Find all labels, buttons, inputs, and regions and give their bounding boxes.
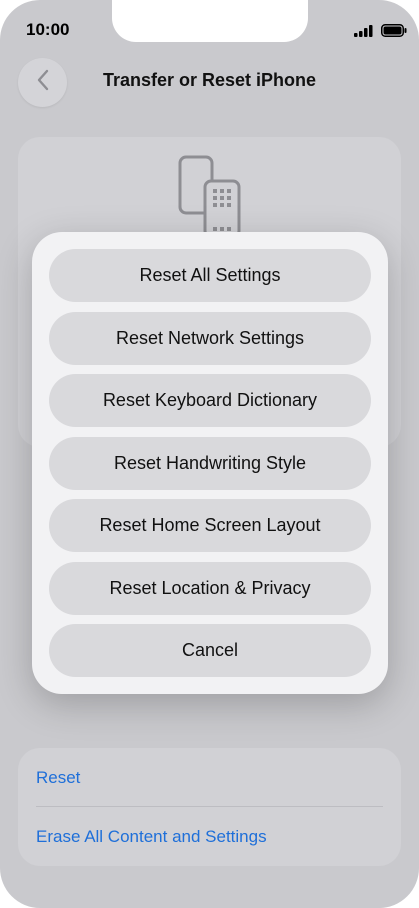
page-title: Transfer or Reset iPhone <box>102 70 317 90</box>
reset-handwriting-style-button[interactable]: Reset Handwriting Style <box>49 437 371 490</box>
reset-action-sheet: Reset All Settings Reset Network Setting… <box>32 232 388 694</box>
notch <box>112 0 308 42</box>
reset-location-privacy-button[interactable]: Reset Location & Privacy <box>49 562 371 615</box>
phone-and-keypad-icon <box>178 155 242 240</box>
status-time: 10:00 <box>26 20 70 39</box>
reset-all-settings-button[interactable]: Reset All Settings <box>49 249 371 302</box>
erase-all-content-link[interactable]: Erase All Content and Settings <box>36 827 267 847</box>
cellular-signal-icon <box>354 24 374 42</box>
cancel-button[interactable]: Cancel <box>49 624 371 677</box>
reset-home-screen-layout-button[interactable]: Reset Home Screen Layout <box>49 499 371 552</box>
reset-keyboard-dictionary-button[interactable]: Reset Keyboard Dictionary <box>49 374 371 427</box>
phone-screen: 10:00 Transfer or Reset iPhone Reset Era… <box>0 0 419 908</box>
reset-network-settings-button[interactable]: Reset Network Settings <box>49 312 371 365</box>
list-divider <box>36 806 383 807</box>
reset-link[interactable]: Reset <box>36 768 80 788</box>
battery-icon <box>381 24 407 42</box>
reset-options-list: Reset Erase All Content and Settings <box>18 748 401 866</box>
